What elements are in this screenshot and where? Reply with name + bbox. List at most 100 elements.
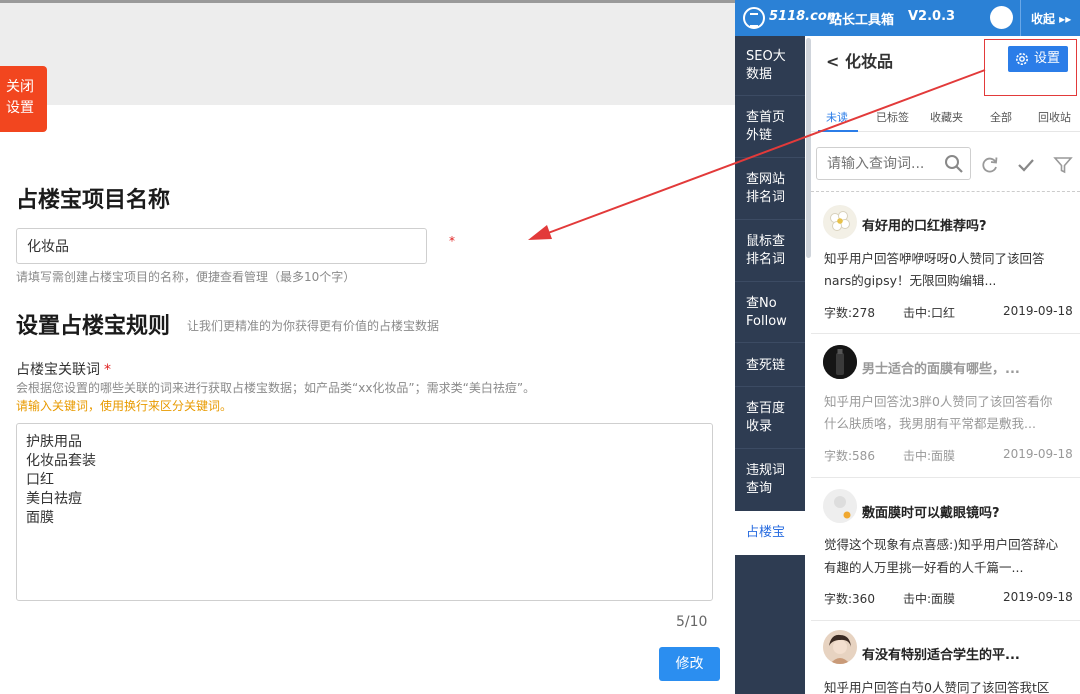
keyword-count: 5/10 <box>676 614 708 630</box>
modify-button[interactable]: 修改 <box>659 647 720 681</box>
keywords-required-mark: * <box>104 362 111 378</box>
card-word-count: 字数:278 <box>824 306 875 320</box>
page-header-band <box>0 3 735 105</box>
sidebar-item-label: 查No <box>746 296 777 311</box>
search-icon[interactable] <box>944 154 964 174</box>
sidebar-item-homepage-links[interactable]: 查首页 外链 <box>735 109 805 145</box>
card-divider <box>811 333 1080 334</box>
card-title[interactable]: 有没有特别适合学生的平... <box>862 644 1020 663</box>
sidebar-item-label: 排名词 <box>746 252 786 267</box>
project-name-input[interactable] <box>16 228 427 264</box>
card-title[interactable]: 敷面膜时可以戴眼镜吗? <box>862 502 1000 521</box>
sidebar-item-nofollow[interactable]: 查No Follow <box>735 295 805 331</box>
sidebar-divider <box>735 281 805 282</box>
refresh-icon[interactable] <box>980 155 1000 175</box>
avatar <box>823 630 857 664</box>
keywords-warning: 请输入关键词，使用换行来区分关键词。 <box>16 399 233 413</box>
sidebar-item-site-keywords[interactable]: 查网站 排名词 <box>735 171 805 207</box>
rules-heading: 设置占楼宝规则 <box>16 314 171 339</box>
header-divider <box>1020 0 1021 36</box>
flower-avatar-icon <box>824 206 856 238</box>
bottle-avatar-icon <box>823 345 857 379</box>
card-hit-keyword: 击中:口红 <box>903 306 956 320</box>
sidebar-item-label: 排名词 <box>746 190 786 205</box>
sidebar-divider <box>735 342 805 343</box>
keyword-line: 口红 <box>26 472 54 488</box>
avatar <box>823 489 857 523</box>
gear-icon <box>1016 53 1028 65</box>
card-date: 2019-09-18 <box>1003 447 1073 461</box>
settings-label: 设置 <box>1034 51 1061 66</box>
tab-tagged[interactable]: 已标签 <box>876 109 909 125</box>
sidebar-item-label: 查网站 <box>746 172 786 187</box>
avatar[interactable] <box>990 6 1013 29</box>
sidebar-item-label: 查死链 <box>746 358 786 373</box>
card-word-count: 字数:360 <box>824 592 875 606</box>
sidebar-item-banned-words[interactable]: 违规词 查询 <box>735 462 805 498</box>
keywords-label-text: 占楼宝关联词 <box>16 362 100 378</box>
active-tab-indicator <box>818 130 858 132</box>
keyword-line: 美白祛痘 <box>26 491 82 507</box>
sidebar-item-seo-data[interactable]: SEO大 数据 <box>735 48 805 84</box>
card-excerpt: 知乎用户回答白芍0人赞同了该回答我t区 <box>824 680 1050 694</box>
version-label: V2.0.3 <box>908 9 956 24</box>
sidebar-item-label: SEO大 <box>746 49 786 64</box>
panel-title[interactable]: < 化妆品 <box>826 48 893 72</box>
tab-recycle[interactable]: 回收站 <box>1038 109 1071 125</box>
sidebar-item-label: 违规词 <box>746 463 786 478</box>
plugin-header: 5118.com 站长工具箱 V2.0.3 收起 ▸▸ <box>735 0 1080 36</box>
keywords-label: 占楼宝关联词 * <box>16 359 111 379</box>
avatar <box>823 345 857 379</box>
sidebar-item-baidu-index[interactable]: 查百度 收录 <box>735 400 805 436</box>
check-icon[interactable] <box>1016 155 1036 175</box>
keywords-textarea[interactable]: 护肤用品 化妆品套装 口红 美白祛痘 面膜 <box>16 423 713 601</box>
required-mark: * <box>449 234 455 248</box>
sidebar-item-label: 查首页 <box>746 110 786 125</box>
card-hit-keyword: 击中:面膜 <box>903 449 956 463</box>
screen: 关闭 设置 占楼宝项目名称 * 请填写需创建占楼宝项目的名称，便捷查看管理（最多… <box>0 0 1080 694</box>
tab-unread[interactable]: 未读 <box>826 109 848 125</box>
sidebar-item-dead-links[interactable]: 查死链 <box>735 357 805 375</box>
close-label-line-1: 关闭 <box>6 79 34 95</box>
project-name-hint: 请填写需创建占楼宝项目的名称，便捷查看管理（最多10个字） <box>16 270 356 284</box>
sidebar-item-mouse-keywords[interactable]: 鼠标查 排名词 <box>735 233 805 269</box>
collapse-button[interactable]: 收起 ▸▸ <box>1031 10 1071 27</box>
sidebar-scrollbar[interactable] <box>806 38 811 258</box>
close-settings-button[interactable]: 关闭 设置 <box>0 66 47 132</box>
card-divider <box>811 477 1080 478</box>
toolbar-divider <box>811 191 1080 192</box>
sidebar-divider <box>735 95 805 96</box>
sidebar-item-label: 数据 <box>746 67 773 82</box>
card-title[interactable]: 有好用的口红推荐吗? <box>862 215 987 234</box>
tab-all[interactable]: 全部 <box>990 109 1012 125</box>
filter-icon[interactable] <box>1053 155 1073 175</box>
card-date: 2019-09-18 <box>1003 590 1073 604</box>
sidebar-divider <box>735 448 805 449</box>
close-label-line-2: 设置 <box>6 100 34 116</box>
card-hit-keyword: 击中:面膜 <box>903 592 956 606</box>
sidebar-divider <box>735 219 805 220</box>
card-excerpt: 觉得这个现象有点喜感:)知乎用户回答辞心 <box>824 537 1059 552</box>
tab-favorites[interactable]: 收藏夹 <box>930 109 963 125</box>
card-date: 2019-09-18 <box>1003 304 1073 318</box>
plugin-sidebar: SEO大 数据 查首页 外链 查网站 排名词 鼠标查 排名词 查No Follo… <box>735 36 805 694</box>
card-excerpt: 知乎用户回答咿咿呀呀0人赞同了该回答 <box>824 251 1045 266</box>
sidebar-item-label: 收录 <box>746 419 773 434</box>
card-title[interactable]: 男士适合的面膜有哪些，... <box>862 358 1020 377</box>
user-avatar-icon <box>823 630 857 664</box>
card-divider <box>811 620 1080 621</box>
card-excerpt: 有趣的人万里挑一好看的人千篇一... <box>824 560 1024 575</box>
sidebar-divider <box>735 386 805 387</box>
sidebar-item-label: Follow <box>746 314 787 329</box>
sidebar-item-zhanloubao[interactable]: 占楼宝 <box>735 511 805 555</box>
tool-name: 站长工具箱 <box>829 13 895 28</box>
card-excerpt: 什么肤质咯，我男朋有平常都是敷我... <box>824 416 1036 431</box>
settings-button[interactable]: 设置 <box>1008 46 1068 72</box>
sidebar-item-label: 鼠标查 <box>746 234 786 249</box>
sidebar-item-label: 查百度 <box>746 401 786 416</box>
keyword-line: 护肤用品 <box>26 434 82 450</box>
keywords-hint: 会根据您设置的哪些关联的词来进行获取占楼宝数据；如产品类“xx化妆品”；需求类“… <box>16 381 536 395</box>
default-avatar-icon <box>823 489 857 523</box>
sidebar-divider <box>735 157 805 158</box>
keyword-line: 面膜 <box>26 510 54 526</box>
